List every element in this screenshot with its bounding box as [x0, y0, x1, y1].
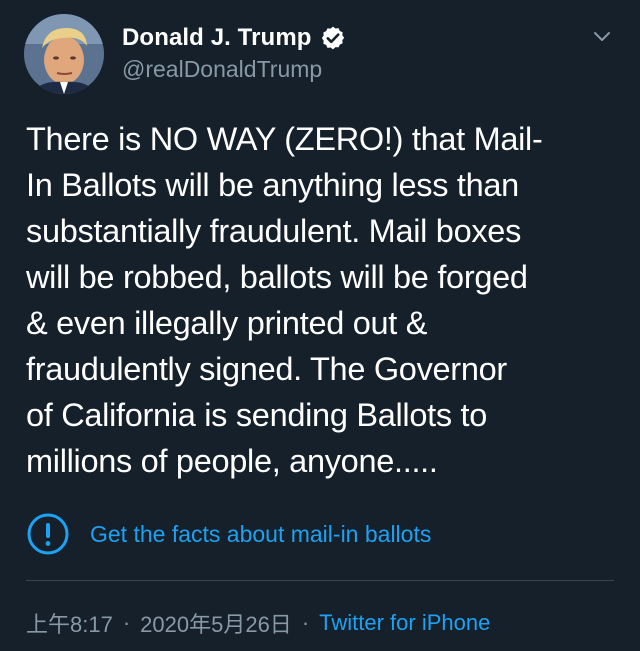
divider	[26, 580, 614, 581]
avatar-image	[24, 14, 104, 94]
user-handle[interactable]: @realDonaldTrump	[122, 56, 322, 83]
avatar[interactable]	[24, 14, 104, 94]
fact-check-banner[interactable]: Get the facts about mail-in ballots	[26, 512, 431, 556]
exclamation-circle-icon	[26, 512, 70, 556]
meta-separator: ·	[301, 610, 310, 635]
fact-check-link[interactable]: Get the facts about mail-in ballots	[90, 521, 431, 548]
chevron-down-icon[interactable]	[592, 26, 612, 46]
tweet-text: There is NO WAY (ZERO!) that Mail- In Ba…	[26, 121, 543, 479]
display-name[interactable]: Donald J. Trump	[122, 24, 312, 52]
tweet-date[interactable]: 2020年5月26日	[140, 607, 292, 639]
tweet-meta: 上午8:17 · 2020年5月26日 · Twitter for iPhone	[26, 607, 490, 639]
tweet-source-link[interactable]: Twitter for iPhone	[319, 610, 490, 636]
tweet-card: Donald J. Trump @realDonaldTrump There i…	[0, 0, 640, 651]
meta-separator: ·	[122, 610, 131, 635]
verified-badge-icon	[320, 25, 346, 51]
name-row: Donald J. Trump	[122, 24, 346, 52]
tweet-time[interactable]: 上午8:17	[26, 607, 113, 639]
